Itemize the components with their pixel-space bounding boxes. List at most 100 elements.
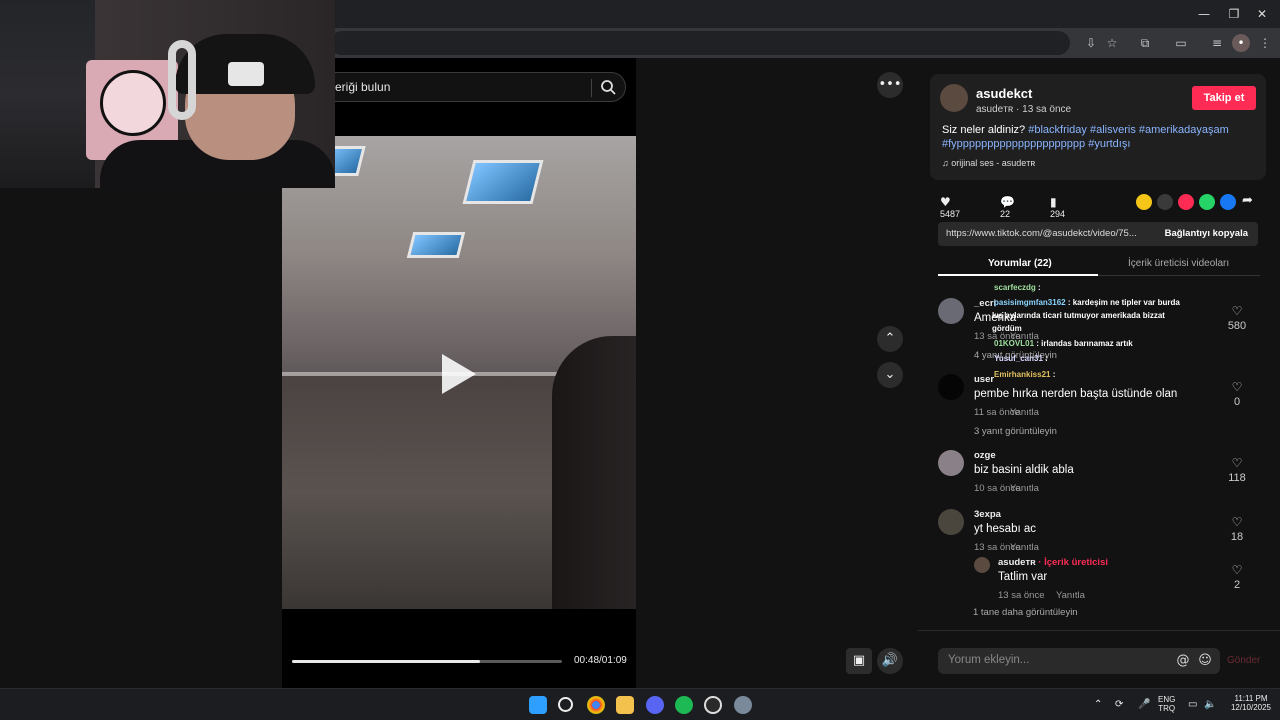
facebook-icon[interactable] bbox=[1220, 194, 1236, 210]
search-input[interactable]: eriği bulun bbox=[335, 80, 390, 94]
search-bar[interactable]: eriği bulun bbox=[300, 72, 626, 102]
close-button[interactable]: ✕ bbox=[1254, 6, 1270, 22]
sidepanel-icon[interactable]: ▭ bbox=[1172, 34, 1190, 52]
language-indicator[interactable]: ENG TRQ bbox=[1158, 695, 1175, 713]
tray-overflow-icon[interactable]: ⌃ bbox=[1094, 699, 1102, 710]
music-link[interactable]: ♫ orijinal ses - asudeᴛʀ bbox=[942, 158, 1035, 168]
clock[interactable]: 11:11 PM 12/10/2025 bbox=[1226, 694, 1276, 712]
reply-username[interactable]: asudeᴛʀ · İçerik üreticisi bbox=[998, 557, 1108, 568]
microphone-icon[interactable]: 🎤 bbox=[1138, 699, 1150, 710]
view-replies-link[interactable]: 3 yanıt görüntüleyin bbox=[974, 426, 1057, 437]
share-friends-icon[interactable] bbox=[1178, 194, 1194, 210]
search-icon[interactable] bbox=[599, 78, 617, 96]
media-icon[interactable]: ≡ bbox=[1208, 34, 1226, 52]
hashtag[interactable]: #blackfriday bbox=[1028, 124, 1087, 136]
comment-text: biz basini aldik abla bbox=[974, 464, 1074, 476]
reply-button[interactable]: Yanıtla bbox=[1056, 590, 1085, 601]
reply-button[interactable]: Yanıtla bbox=[1010, 483, 1039, 494]
tab-creator-videos[interactable]: İçerik üreticisi videoları bbox=[1128, 258, 1229, 269]
comment-likes: 18 bbox=[1230, 531, 1244, 543]
copy-link-button[interactable]: Bağlantıyı kopyala bbox=[1165, 228, 1248, 239]
next-video-button[interactable]: ⌄ bbox=[877, 362, 903, 388]
reply-likes: 2 bbox=[1233, 579, 1241, 591]
author-avatar[interactable] bbox=[940, 84, 968, 112]
bookmark-icon: ▮ bbox=[1050, 195, 1057, 209]
hashtag[interactable]: #alisveris bbox=[1090, 124, 1136, 136]
heart-icon[interactable]: ♡ bbox=[1230, 515, 1244, 529]
menu-icon[interactable]: ⋮ bbox=[1256, 34, 1274, 52]
comment-username[interactable]: ozge bbox=[974, 450, 996, 461]
reply-button[interactable]: Yanıtla bbox=[1010, 542, 1039, 553]
creator-avatar[interactable] bbox=[974, 557, 990, 573]
chat-message: scarfeczdg : bbox=[994, 283, 1041, 292]
comment-likes: 118 bbox=[1228, 472, 1246, 484]
profile-icon[interactable]: • bbox=[1232, 34, 1250, 52]
reply-button[interactable]: Yanıtla bbox=[1010, 407, 1039, 418]
tab-comments[interactable]: Yorumlar (22) bbox=[988, 258, 1052, 269]
comment-username[interactable]: user bbox=[974, 374, 994, 385]
heart-icon[interactable]: ♡ bbox=[1230, 304, 1244, 318]
view-more-replies-link[interactable]: 1 tane daha görüntüleyin bbox=[973, 607, 1078, 618]
speaker-icon[interactable]: 🔈 bbox=[1204, 699, 1216, 710]
windows-taskbar: ⌃ ⟳ 🎤 ENG TRQ ▭ 🔈 11:11 PM 12/10/2025 bbox=[0, 688, 1280, 720]
webcam-overlay bbox=[0, 0, 335, 188]
video-progress-bar[interactable] bbox=[292, 660, 562, 663]
hashtag[interactable]: #amerikadayaşam bbox=[1139, 124, 1229, 136]
sync-icon[interactable]: ⟳ bbox=[1115, 699, 1123, 710]
side-panel: asudekct asudeᴛʀ · 13 sa önce Takip et S… bbox=[918, 58, 1280, 688]
video-url[interactable]: https://www.tiktok.com/@asudekct/video/7… bbox=[946, 228, 1137, 239]
commenter-avatar[interactable] bbox=[938, 374, 964, 400]
emoji-icon[interactable]: ☺ bbox=[1196, 652, 1214, 670]
comment-username[interactable]: _ecri bbox=[974, 298, 996, 309]
heart-icon[interactable]: ♡ bbox=[1230, 380, 1244, 394]
embed-icon[interactable] bbox=[1157, 194, 1173, 210]
hashtag[interactable]: #fyppppppppppppppppppppp bbox=[942, 138, 1085, 150]
whatsapp-icon[interactable] bbox=[1199, 194, 1215, 210]
chat-message: pasisimgmfan3162 : kardeşim ne tipler va… bbox=[994, 298, 1180, 307]
share-icon-1[interactable] bbox=[1136, 194, 1152, 210]
discord-icon[interactable] bbox=[646, 696, 664, 714]
commenter-avatar[interactable] bbox=[938, 450, 964, 476]
previous-video-button[interactable]: ⌃ bbox=[877, 326, 903, 352]
author-username[interactable]: asudekct bbox=[976, 86, 1032, 101]
heart-icon[interactable]: ♡ bbox=[1230, 456, 1244, 470]
save-stat[interactable]: ▮ 294 bbox=[1050, 195, 1065, 219]
video-link-box: https://www.tiktok.com/@asudekct/video/7… bbox=[938, 222, 1258, 246]
steam-icon[interactable] bbox=[704, 696, 722, 714]
play-icon[interactable] bbox=[442, 354, 476, 394]
windows-start-icon[interactable] bbox=[529, 696, 547, 714]
comment-likes: 580 bbox=[1227, 320, 1247, 332]
settings-icon[interactable] bbox=[734, 696, 752, 714]
commenter-avatar[interactable] bbox=[938, 509, 964, 535]
restore-button[interactable]: ❐ bbox=[1226, 6, 1242, 22]
like-stat[interactable]: ♥ 5487 bbox=[940, 195, 960, 219]
commenter-avatar[interactable] bbox=[938, 298, 964, 324]
share-arrow-icon[interactable]: ➦ bbox=[1242, 193, 1253, 208]
more-options-icon[interactable]: ••• bbox=[877, 72, 903, 98]
file-explorer-icon[interactable] bbox=[616, 696, 634, 714]
comment-stat[interactable]: 💬 22 bbox=[1000, 195, 1015, 219]
star-icon[interactable]: ☆ bbox=[1103, 34, 1121, 52]
volume-icon[interactable]: 🔊 bbox=[877, 648, 903, 674]
miniplayer-icon[interactable]: ▣ bbox=[846, 648, 872, 674]
send-button[interactable]: Gönder bbox=[1227, 655, 1260, 666]
search-icon[interactable] bbox=[558, 697, 573, 712]
chat-message: kış aylarında ticari tutmuyor amerikada … bbox=[992, 311, 1165, 320]
spotify-icon[interactable] bbox=[675, 696, 693, 714]
reply-text: Tatlim var bbox=[998, 571, 1048, 583]
install-icon[interactable]: ⇩ bbox=[1082, 34, 1100, 52]
mention-icon[interactable]: @ bbox=[1174, 652, 1192, 670]
extensions-icon[interactable]: ⧉ bbox=[1136, 34, 1154, 52]
comment-username[interactable]: 3expa bbox=[974, 509, 1001, 520]
follow-button[interactable]: Takip et bbox=[1192, 86, 1256, 110]
hashtag[interactable]: #yurtdışı bbox=[1088, 138, 1130, 150]
minimize-button[interactable]: — bbox=[1196, 6, 1212, 22]
video-frame[interactable] bbox=[282, 136, 636, 609]
heart-icon[interactable]: ♡ bbox=[1230, 563, 1244, 577]
network-icon[interactable]: ▭ bbox=[1188, 699, 1197, 710]
address-bar[interactable] bbox=[330, 31, 1070, 55]
comment-input[interactable]: Yorum ekleyin... @ ☺ bbox=[938, 648, 1220, 674]
author-meta: asudeᴛʀ · 13 sa önce bbox=[976, 104, 1072, 115]
comment-text: yt hesabı ac bbox=[974, 523, 1037, 535]
chrome-icon[interactable] bbox=[587, 696, 605, 714]
